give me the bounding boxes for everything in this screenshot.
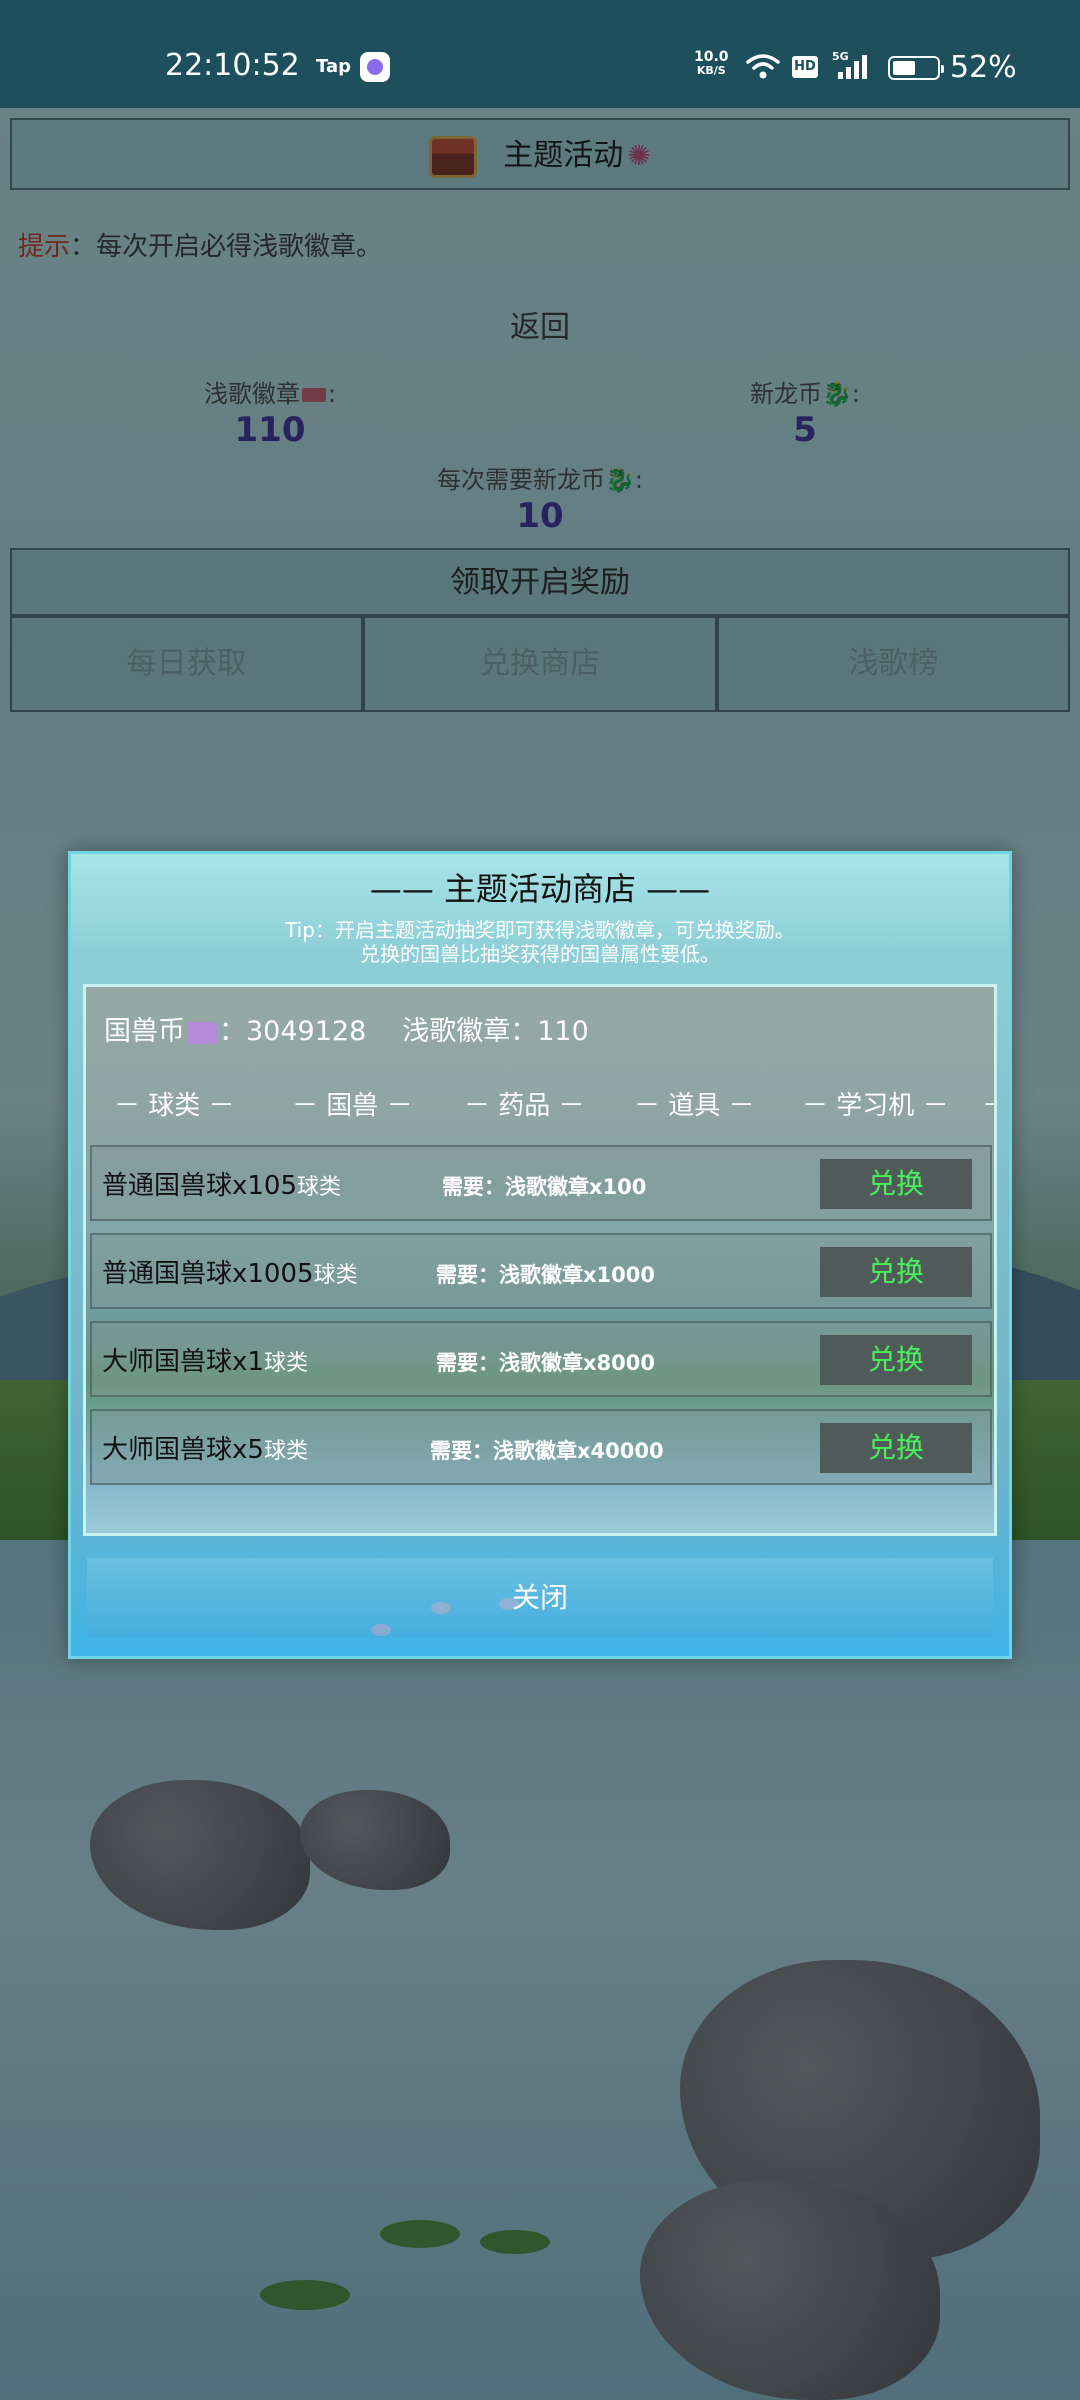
modal-tip: Tip：开启主题活动抽奖即可获得浅歌徽章，可兑换奖励。 兑换的国兽比抽奖获得的国… xyxy=(71,918,1009,966)
category-tabs: － 球类 － － 国兽 － － 药品 － － 道具 － － 学习机 － － xyxy=(86,1085,994,1125)
item-requirement: 需要：浅歌徽章x1000 xyxy=(436,1263,655,1287)
modal-title: —— 主题活动商店 —— xyxy=(369,870,711,908)
item-requirement: 需要：浅歌徽章x8000 xyxy=(436,1351,655,1375)
category-tab-items[interactable]: － 道具 － xyxy=(634,1085,755,1122)
category-tab-beasts[interactable]: － 国兽 － xyxy=(292,1085,413,1122)
redeem-button[interactable]: 兑换 xyxy=(820,1159,972,1209)
network-speed: 10.0 KB/S xyxy=(694,50,729,78)
app-notification-icon xyxy=(360,52,390,82)
network-speed-value: 10.0 xyxy=(694,49,729,65)
modal-tip-line: 兑换的国兽比抽奖获得的国兽属性要低。 xyxy=(360,942,720,966)
wifi-icon xyxy=(746,54,780,79)
status-bar: 22:10:52 Tap 10.0 KB/S HD 5G 52% xyxy=(0,0,1080,108)
shop-panel: 国兽币 ：3049128 浅歌徽章：110 － 球类 － － 国兽 － － 药品 －… xyxy=(83,984,997,1536)
redeem-button[interactable]: 兑换 xyxy=(820,1423,972,1473)
category-tab-medicine[interactable]: － 药品 － xyxy=(464,1085,585,1122)
item-category: 球类 xyxy=(313,1263,358,1288)
coin-value: ：3049128 xyxy=(219,1016,367,1047)
item-name: 大师国兽球x5球类 xyxy=(102,1435,308,1465)
shop-item-row: 普通国兽球x1005球类 需要：浅歌徽章x1000 兑换 xyxy=(90,1233,992,1309)
redeem-button[interactable]: 兑换 xyxy=(820,1247,972,1297)
network-speed-unit: KB/S xyxy=(696,64,726,77)
balances: 国兽币 ：3049128 浅歌徽章：110 xyxy=(104,1009,589,1048)
coin-label: 国兽币 xyxy=(104,1016,185,1047)
svg-text:5G: 5G xyxy=(832,50,849,63)
category-tab-balls[interactable]: － 球类 － xyxy=(114,1085,235,1122)
hd-icon: HD xyxy=(792,56,818,78)
redeem-button[interactable]: 兑换 xyxy=(820,1335,972,1385)
status-time: 22:10:52 xyxy=(165,48,300,83)
category-tab-more[interactable]: － xyxy=(982,1085,994,1122)
tap-notification-icon: Tap xyxy=(316,56,351,77)
battery-percent: 52% xyxy=(950,50,1017,85)
close-button[interactable]: 关闭 xyxy=(87,1558,993,1638)
item-name: 普通国兽球x105球类 xyxy=(102,1171,342,1201)
shop-item-row: 普通国兽球x105球类 需要：浅歌徽章x100 兑换 xyxy=(90,1145,992,1221)
shop-item-row: 大师国兽球x5球类 需要：浅歌徽章x40000 兑换 xyxy=(90,1409,992,1485)
category-tab-learning-machine[interactable]: － 学习机 － xyxy=(802,1085,949,1122)
modal-tip-line: Tip：开启主题活动抽奖即可获得浅歌徽章，可兑换奖励。 xyxy=(285,918,795,942)
item-name: 普通国兽球x1005球类 xyxy=(102,1259,358,1289)
item-requirement: 需要：浅歌徽章x40000 xyxy=(430,1439,664,1463)
item-category: 球类 xyxy=(263,1351,308,1376)
shop-item-row: 大师国兽球x1球类 需要：浅歌徽章x8000 兑换 xyxy=(90,1321,992,1397)
signal-icon: 5G xyxy=(832,50,867,79)
shop-modal: —— 主题活动商店 —— Tip：开启主题活动抽奖即可获得浅歌徽章，可兑换奖励。… xyxy=(68,851,1012,1659)
item-category: 球类 xyxy=(263,1439,308,1464)
item-category: 球类 xyxy=(297,1175,342,1200)
badge-balance: 浅歌徽章：110 xyxy=(402,1016,589,1047)
item-name: 大师国兽球x1球类 xyxy=(102,1347,308,1377)
coin-icon xyxy=(187,1021,217,1044)
item-requirement: 需要：浅歌徽章x100 xyxy=(442,1175,647,1199)
battery-icon xyxy=(888,56,944,80)
